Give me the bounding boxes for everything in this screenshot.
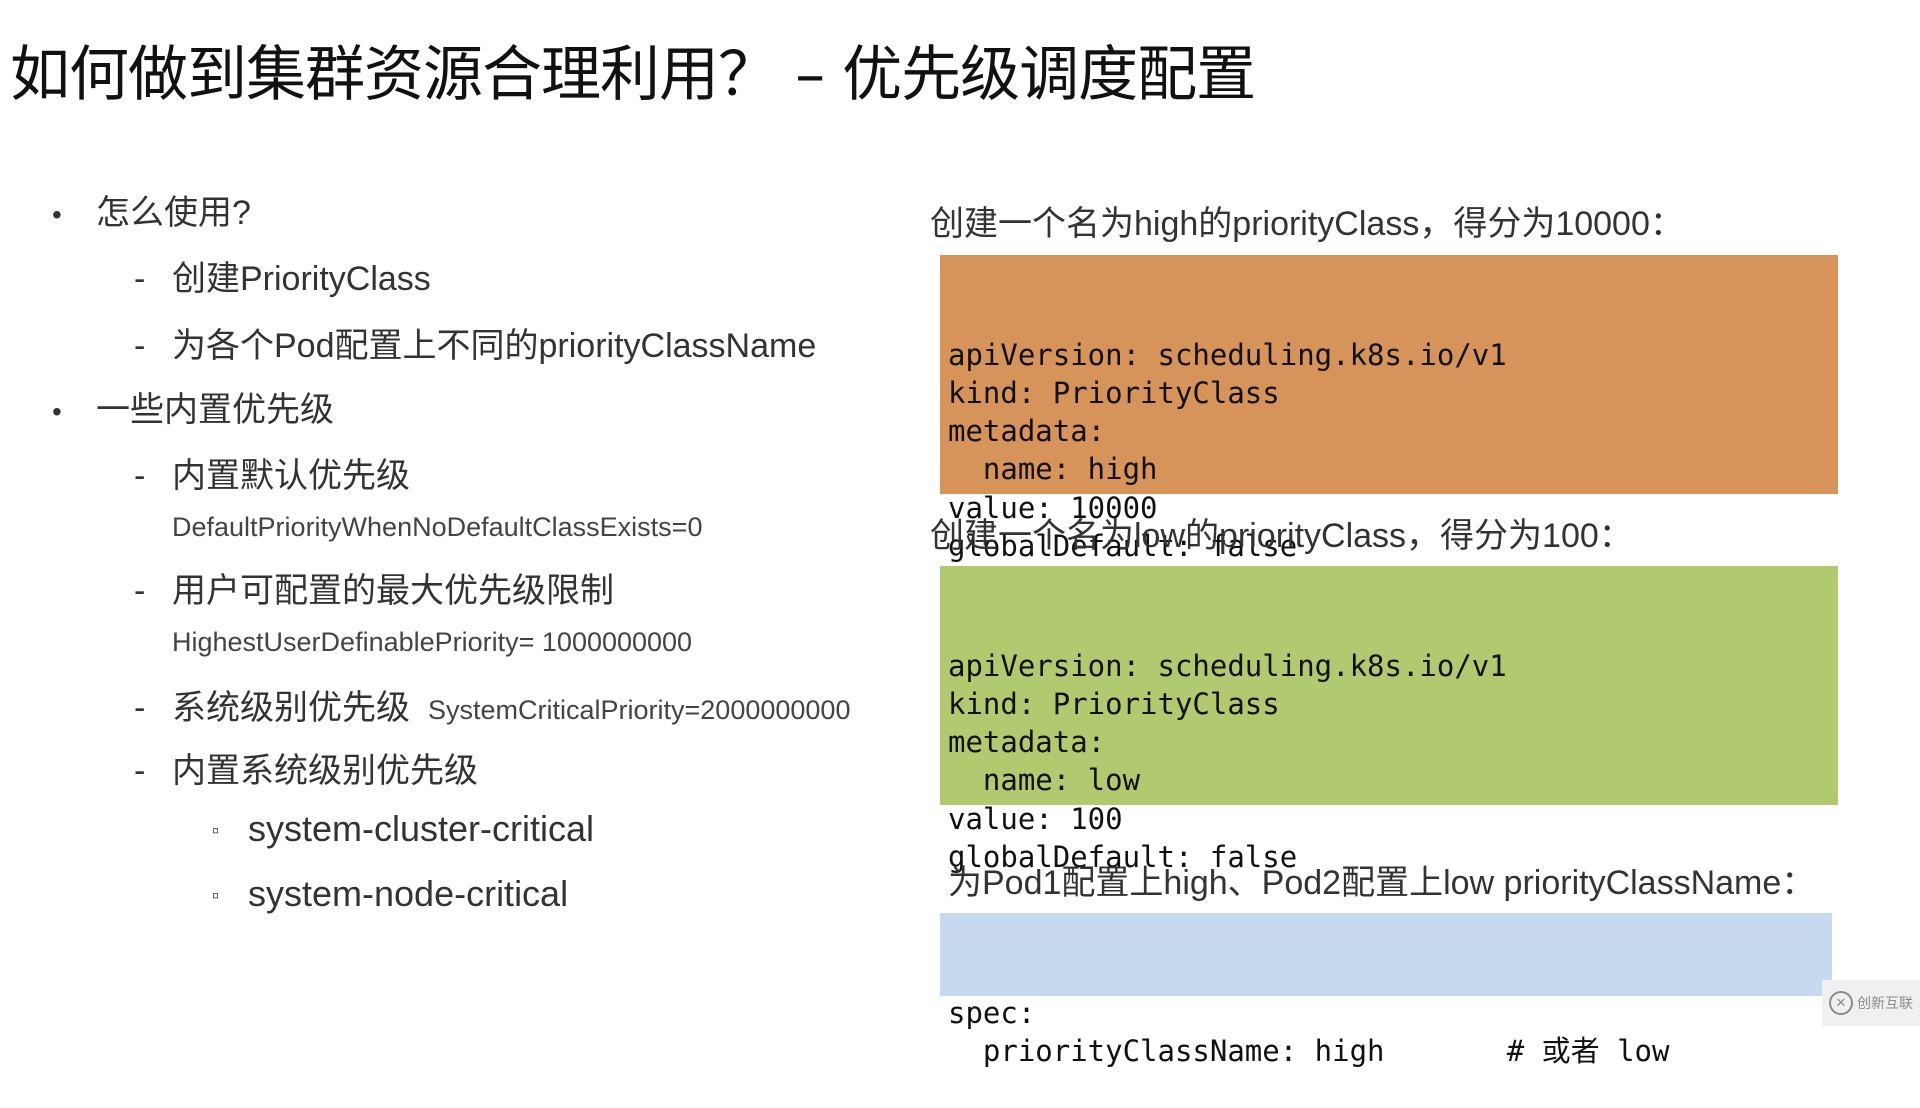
item-label: 系统级别优先级 <box>172 689 410 727</box>
item-default-priority: - 内置默认优先级 <box>134 448 410 497</box>
code-line: value: 100 <box>948 801 1123 836</box>
high-caption: 创建一个名为high的priorityClass，得分为10000： <box>930 205 1684 243</box>
code-line: metadata: <box>948 725 1106 760</box>
item-label: 创建PriorityClass <box>172 260 431 298</box>
dash-marker: - <box>134 260 146 298</box>
bullet-marker: • <box>52 199 62 230</box>
item-label: 内置默认优先级 <box>172 457 410 495</box>
watermark: ✕ 创新互联 <box>1822 980 1920 1026</box>
watermark-text: 创新互联 <box>1857 995 1913 1011</box>
square-bullet-icon: ▫ <box>212 884 220 907</box>
code-line: name: high <box>948 452 1158 487</box>
pod-spec-code: spec: priorityClassName: high # 或者 low <box>940 913 1832 1068</box>
code-line: kind: PriorityClass <box>948 686 1280 721</box>
item-detail: HighestUserDefinablePriority= 1000000000 <box>172 627 693 657</box>
dash-marker: - <box>134 752 146 790</box>
code-line: metadata: <box>948 414 1106 449</box>
item-system-priority: - 系统级别优先级 SystemCriticalPriority=200000000… <box>134 680 850 729</box>
bullet-label: 怎么使用? <box>96 194 251 232</box>
item-builtin-system-priority: - 内置系统级别优先级 <box>134 743 478 792</box>
bullet-builtin-priorities: • 一些内置优先级 <box>52 382 334 431</box>
high-priorityclass-code: apiVersion: scheduling.k8s.io/v1 kind: Pr… <box>940 255 1838 563</box>
pod-caption: 为Pod1配置上high、Pod2配置上low priorityClassNam… <box>948 864 1816 902</box>
item-label: 用户可配置的最大优先级限制 <box>172 572 614 610</box>
code-line: kind: PriorityClass <box>948 375 1280 410</box>
code-line: apiVersion: scheduling.k8s.io/v1 <box>948 337 1507 372</box>
bullet-label: 一些内置优先级 <box>96 391 334 429</box>
code-line: name: low <box>948 763 1141 798</box>
low-caption: 创建一个名为low的priorityClass，得分为100： <box>930 517 1633 555</box>
low-priorityclass-code: apiVersion: scheduling.k8s.io/v1 kind: Pr… <box>940 566 1838 874</box>
dash-marker: - <box>134 327 146 365</box>
item-user-max-priority: - 用户可配置的最大优先级限制 <box>134 563 614 612</box>
item-detail: DefaultPriorityWhenNoDefaultClassExists=… <box>172 512 703 542</box>
item-inline-detail: SystemCriticalPriority=2000000000 <box>428 695 851 725</box>
dash-marker: - <box>134 457 146 495</box>
subitem-label: system-cluster-critical <box>248 808 595 849</box>
item-label: 内置系统级别优先级 <box>172 752 478 790</box>
code-line: apiVersion: scheduling.k8s.io/v1 <box>948 648 1507 683</box>
dash-marker: - <box>134 689 146 727</box>
bullet-marker: • <box>52 396 62 427</box>
square-bullet-icon: ▫ <box>212 819 220 842</box>
subitem-system-node-critical: ▫ system-node-critical <box>212 873 568 915</box>
code-line: priorityClassName: high # 或者 low <box>948 1033 1670 1068</box>
dash-marker: - <box>134 572 146 610</box>
subitem-system-cluster-critical: ▫ system-cluster-critical <box>212 808 594 850</box>
item-create-priorityclass: - 创建PriorityClass <box>134 251 431 300</box>
item-configure-pods: - 为各个Pod配置上不同的priorityClassName <box>134 318 816 367</box>
item-label: 为各个Pod配置上不同的priorityClassName <box>172 327 817 365</box>
left-column: • 怎么使用? - 创建PriorityClass - 为各个Pod配置上不同的pri… <box>0 0 940 1026</box>
logo-x-icon: ✕ <box>1829 991 1853 1015</box>
bullet-how-to-use: • 怎么使用? <box>52 185 251 234</box>
subitem-label: system-node-critical <box>248 873 569 914</box>
code-line: spec: <box>948 995 1036 1030</box>
